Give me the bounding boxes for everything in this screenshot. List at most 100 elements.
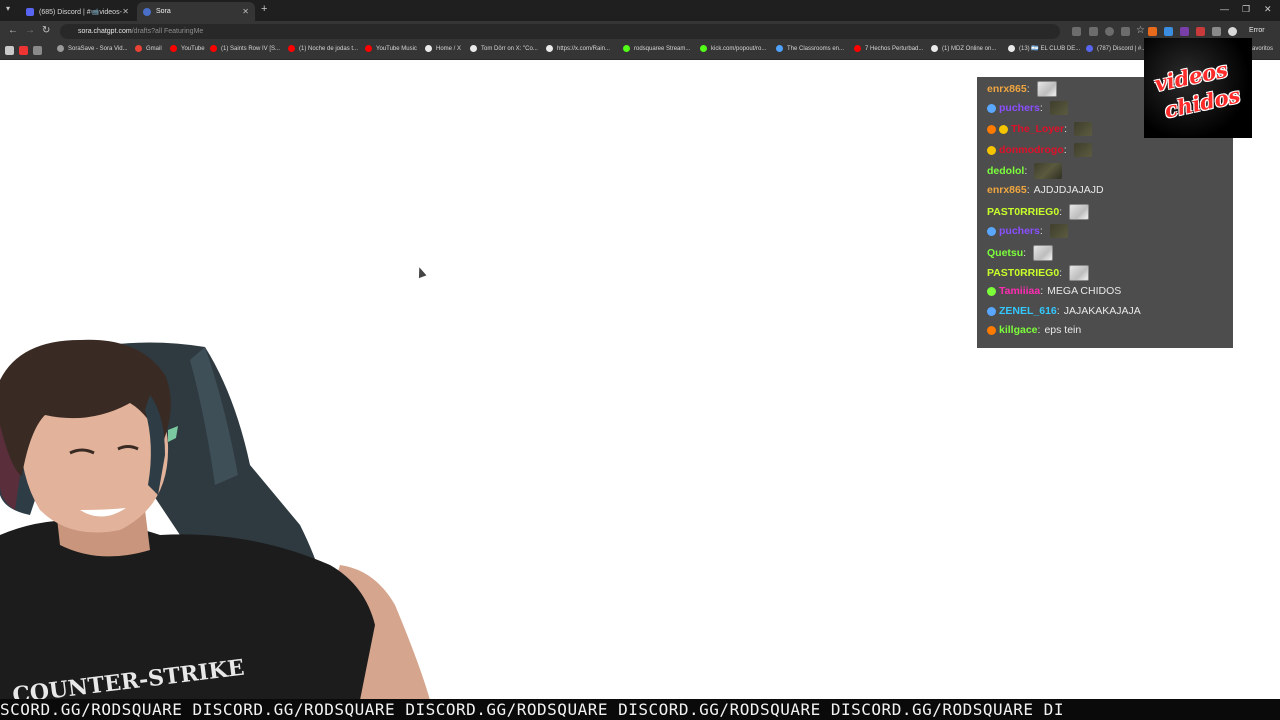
back-icon[interactable]: ← [8,25,18,36]
tab-bar: ▾ (685) Discord | #📹videos-ca... ✕ Sora … [0,0,1280,21]
bookmark-label: YouTube [181,45,205,52]
chat-message: Quetsu: [987,245,1054,261]
chat-message: enrx865: [987,81,1057,97]
minimize-icon[interactable]: — [1220,4,1229,14]
chat-emote-icon [1069,204,1090,220]
bookmark-favicon-icon [135,45,142,52]
url-host: sora.chatgpt.com [78,28,132,35]
discord-ticker: SCORD.GG/RODSQUARE DISCORD.GG/RODSQUARE … [0,699,1280,720]
chat-separator: : [1023,247,1027,259]
bookmark-item[interactable]: (13) 🇦🇷 EL CLUB DE... [1008,45,1080,52]
bookmark-item[interactable]: 7 Hechos Perturbad... [854,45,923,52]
chat-username: PAST0RRIEG0 [987,267,1060,279]
error-button[interactable]: Error [1249,27,1265,34]
bookmark-red-icon[interactable] [19,46,28,55]
chat-text: eps tein [1044,324,1082,336]
bookmark-label: (1) MDZ Online on... [942,45,997,52]
bookmarks-bar: SoraSave - Sora Vid... Gmail YouTube (1) Sa… [0,42,1280,60]
chat-separator: : [1064,123,1068,135]
chat-message: PAST0RRIEG0: [987,265,1090,281]
chat-separator: : [1026,83,1030,95]
chat-badge-icon [987,306,996,316]
tab-search-icon[interactable]: ▾ [6,4,10,13]
chat-emote-icon [1069,265,1090,281]
bookmarks-favorites-label[interactable]: avoritos [1252,46,1273,52]
tab-discord[interactable]: (685) Discord | #📹videos-ca... ✕ [20,2,135,21]
chat-emote-icon [1073,143,1092,157]
chat-separator: : [1059,267,1063,279]
chat-username: puchers [999,225,1040,237]
bookmark-favicon-icon [854,45,861,52]
apps-icon[interactable] [5,46,14,55]
extension-download-icon[interactable] [1164,27,1173,36]
bookmark-favicon-icon [470,45,477,52]
extension-orange-icon[interactable] [1148,27,1157,36]
bookmark-item[interactable]: https://x.com/Rain... [546,45,610,52]
bookmark-item[interactable]: (787) Discord | #... [1086,45,1146,52]
bookmark-label: (1) Noche de jodas t... [299,45,359,52]
share-icon[interactable] [1121,27,1130,36]
bookmark-item[interactable]: Home / X [425,45,461,52]
bookmark-item[interactable]: kick.com/popout/ro... [700,45,766,52]
new-tab-icon[interactable]: + [261,3,267,15]
chat-separator: : [1039,225,1043,237]
extension-purple-icon[interactable] [1180,27,1189,36]
url-input[interactable]: sora.chatgpt.com/drafts?all FeaturingMe [60,24,1060,39]
chat-username: enrx865 [987,83,1027,95]
videos-chidos-logo: videos chidos [1144,38,1252,138]
chat-message: ZENEL_616: JAJAKAKAJAJA [987,305,1141,317]
forward-icon[interactable]: → [25,25,35,36]
chat-badge-icon [987,226,996,236]
maximize-icon[interactable]: ❐ [1242,4,1250,15]
install-icon[interactable] [1089,27,1098,36]
bookmark-favicon-icon [210,45,217,52]
chat-message: The_Loyer: [987,122,1093,136]
close-tab-icon[interactable]: ✕ [122,7,129,16]
chat-text: AJDJDJAJAJD [1033,184,1104,196]
chat-emote-icon [1034,163,1063,179]
bookmark-label: rodsquaree Stream... [634,45,691,52]
bookmark-item[interactable]: The Classrooms en... [776,45,844,52]
extensions-puzzle-icon[interactable] [1212,27,1221,36]
bookmark-favicon-icon [1086,45,1093,52]
reload-icon[interactable]: ↻ [42,25,50,36]
zoom-icon[interactable] [1105,27,1114,36]
chat-message: Tamiiiaa: MEGA CHIDOS [987,285,1121,297]
extension-red-icon[interactable] [1196,27,1205,36]
chat-message: PAST0RRIEG0: [987,204,1090,220]
chat-badge-icon [987,103,996,113]
bookmark-item[interactable]: Gmail [135,45,162,52]
bookmark-favicon-icon [365,45,372,52]
bookmark-item[interactable]: YouTube Music [365,45,417,52]
bookmark-star-icon[interactable]: ☆ [1136,25,1145,36]
tab-sora[interactable]: Sora ✕ [137,2,255,21]
close-tab-icon[interactable]: ✕ [242,7,249,16]
translate-icon[interactable] [1072,27,1081,36]
bookmark-item[interactable]: (1) Noche de jodas t... [288,45,358,52]
bookmark-favicon-icon [288,45,295,52]
bookmark-item[interactable]: (1) MDZ Online on... [931,45,996,52]
bookmark-item[interactable]: SoraSave - Sora Vid... [57,45,128,52]
chat-message: puchers: [987,101,1068,115]
chat-separator: : [1063,144,1067,156]
bookmark-favicon-icon [170,45,177,52]
bookmark-label: Gmail [146,45,162,52]
bookmark-item[interactable]: rodsquaree Stream... [623,45,690,52]
chat-message: enrx865: AJDJDJAJAJD [987,184,1104,196]
bookmark-label: Home / X [436,45,462,52]
profile-avatar-icon[interactable] [1228,27,1237,36]
bookmark-favicon-icon [57,45,64,52]
bookmark-item[interactable]: (1) Saints Row IV [S... [210,45,280,52]
bookmark-label: (1) Saints Row IV [S... [221,45,281,52]
tab-title: Sora [156,8,171,15]
sora-favicon-icon [143,7,151,16]
close-window-icon[interactable]: ✕ [1264,4,1272,15]
chat-separator: : [1059,206,1063,218]
bookmark-favicon-icon [700,45,707,52]
chat-emote-icon [1049,224,1068,238]
chat-badge-icon [987,325,996,335]
grid-icon[interactable] [33,46,42,55]
bookmark-item[interactable]: Tom Dörr on X: "Co... [470,45,538,52]
bookmark-item[interactable]: YouTube [170,45,205,52]
bookmark-label: YouTube Music [376,45,417,52]
